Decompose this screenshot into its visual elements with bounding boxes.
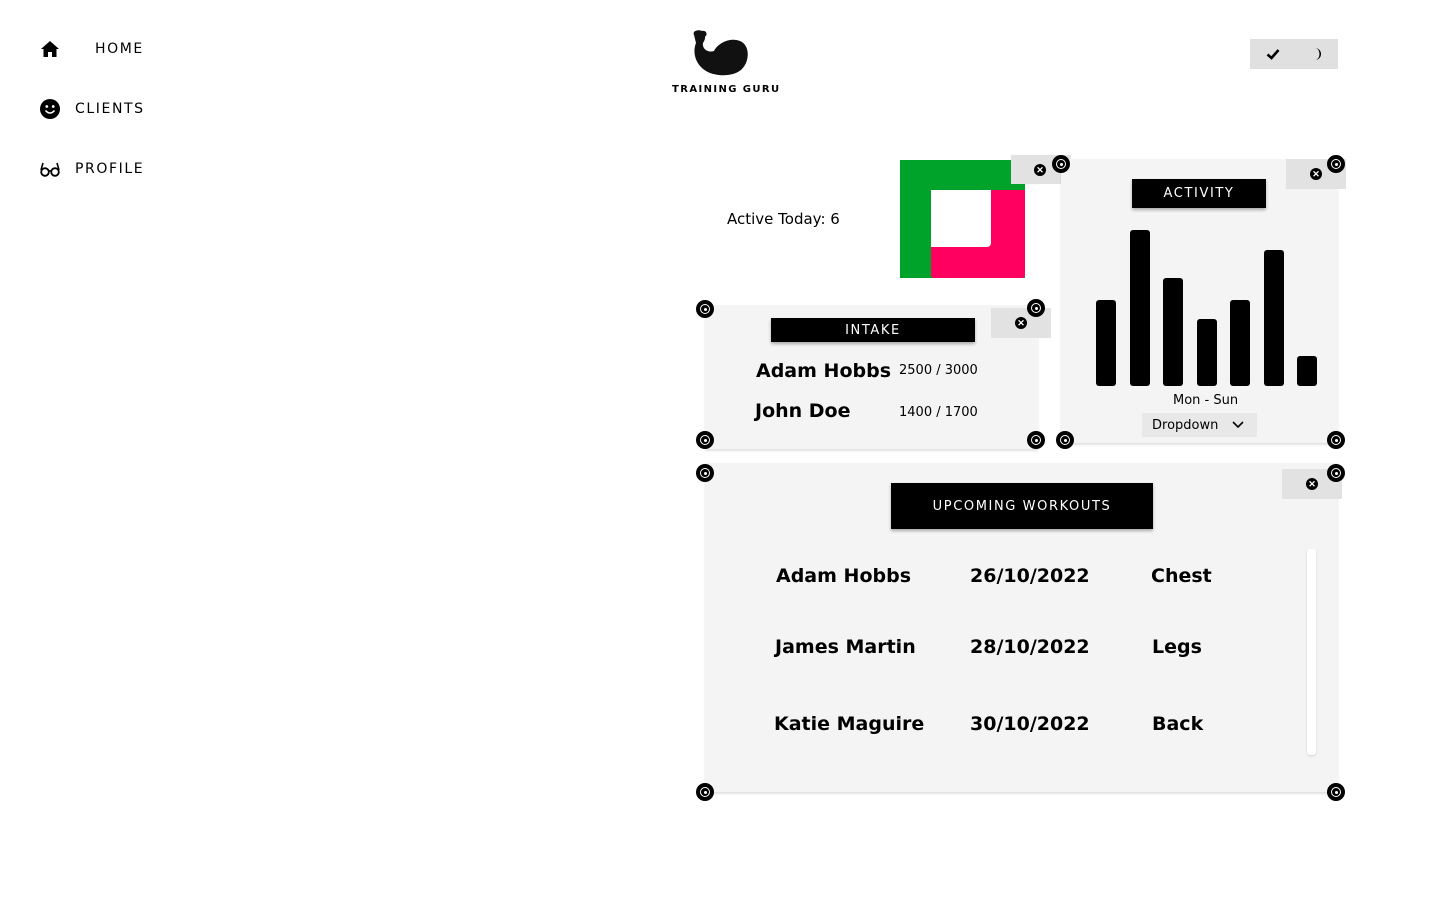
resize-handle[interactable] <box>696 783 714 801</box>
resize-handle[interactable] <box>1327 431 1345 449</box>
resize-handle[interactable] <box>696 300 714 318</box>
active-indicator-center <box>931 190 991 247</box>
resize-handle[interactable] <box>1027 299 1045 317</box>
workout-date: 28/10/2022 <box>970 636 1090 658</box>
workouts-scrollbar[interactable] <box>1307 549 1316 755</box>
active-today-text: Active Today: 6 <box>727 210 840 228</box>
brand-name: TRAINING GURU <box>672 84 781 95</box>
activity-bar <box>1130 230 1150 386</box>
resize-handle[interactable] <box>1056 431 1074 449</box>
resize-handle[interactable] <box>1327 155 1345 173</box>
nav-profile-label: PROFILE <box>75 161 145 177</box>
workout-date: 26/10/2022 <box>970 565 1090 587</box>
workout-type: Back <box>1152 713 1204 735</box>
workout-type: Chest <box>1151 565 1212 587</box>
nav-profile[interactable]: PROFILE <box>40 159 144 179</box>
close-icon[interactable]: ✕ <box>1306 478 1318 490</box>
close-icon[interactable]: ✕ <box>1310 168 1322 180</box>
dropdown-value: Dropdown <box>1152 417 1219 433</box>
activity-bar <box>1297 356 1317 386</box>
resize-handle[interactable] <box>696 431 714 449</box>
activity-bar <box>1197 319 1217 386</box>
activity-bar <box>1096 300 1116 386</box>
resize-handle[interactable] <box>1327 464 1345 482</box>
activity-x-label: Mon - Sun <box>1173 393 1239 408</box>
intake-value: 2500 / 3000 <box>899 363 978 378</box>
smiley-icon <box>40 99 60 119</box>
workout-date: 30/10/2022 <box>970 713 1090 735</box>
close-icon[interactable]: ✕ <box>1034 163 1046 176</box>
nav-home[interactable]: HOME <box>40 39 144 59</box>
nav-home-label: HOME <box>95 41 144 57</box>
activity-bar <box>1163 278 1183 386</box>
check-icon[interactable] <box>1266 47 1280 61</box>
intake-name: John Doe <box>755 400 851 422</box>
workouts-title: UPCOMING WORKOUTS <box>891 483 1153 529</box>
activity-bar <box>1264 250 1284 386</box>
activity-bar <box>1230 300 1250 386</box>
workout-type: Legs <box>1152 636 1202 658</box>
moon-icon[interactable] <box>1312 47 1322 61</box>
workout-name: Katie Maguire <box>774 713 925 735</box>
resize-handle[interactable] <box>1027 431 1045 449</box>
brand-logo[interactable]: TRAINING GURU <box>664 26 779 100</box>
close-icon[interactable]: ✕ <box>1015 317 1027 329</box>
nav-clients[interactable]: CLIENTS <box>40 99 145 119</box>
intake-title: INTAKE <box>771 318 975 342</box>
resize-handle[interactable] <box>1052 155 1070 173</box>
home-icon <box>41 41 59 57</box>
theme-toggle[interactable] <box>1250 39 1338 69</box>
resize-handle[interactable] <box>1327 783 1345 801</box>
intake-value: 1400 / 1700 <box>899 405 978 420</box>
intake-name: Adam Hobbs <box>756 360 892 382</box>
activity-bar-chart <box>1096 230 1317 386</box>
chevron-down-icon <box>1232 421 1244 429</box>
activity-dropdown[interactable]: Dropdown <box>1142 413 1257 437</box>
activity-title: ACTIVITY <box>1132 179 1266 208</box>
workout-name: Adam Hobbs <box>776 565 912 587</box>
nav-clients-label: CLIENTS <box>75 101 145 117</box>
flexed-arm-logo <box>693 30 748 76</box>
resize-handle[interactable] <box>696 464 714 482</box>
glasses-icon <box>40 162 60 177</box>
workout-name: James Martin <box>775 636 916 658</box>
